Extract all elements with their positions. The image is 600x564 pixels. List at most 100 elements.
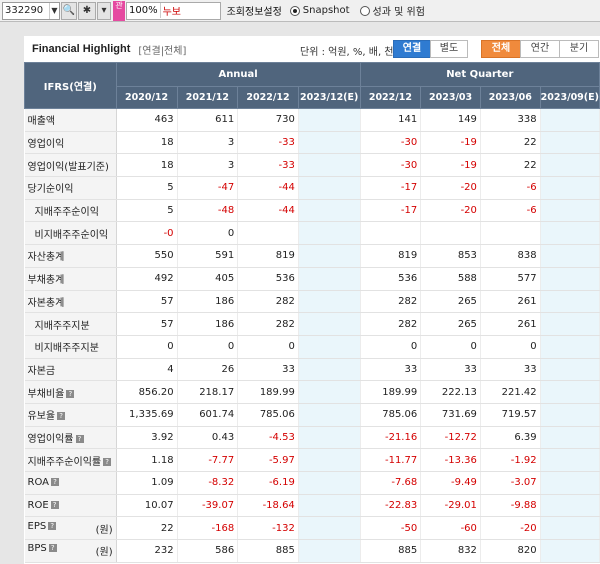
consolidated-button[interactable]: 연결	[393, 40, 431, 58]
row-label: 자본금	[24, 358, 117, 382]
annual-button[interactable]: 연간	[520, 40, 560, 58]
table-cell: 0	[177, 221, 239, 246]
row-label-text: BPS	[27, 543, 47, 555]
separate-button[interactable]: 별도	[430, 40, 468, 58]
table-cell: -22.83	[360, 494, 422, 518]
table-cell: -168	[177, 516, 239, 541]
table-cell	[298, 221, 361, 246]
search-icon[interactable]: 🔍	[61, 1, 77, 20]
section-title: Financial Highlight	[32, 43, 131, 55]
table-cell: -9.49	[420, 471, 481, 495]
table-cell	[540, 516, 600, 541]
table-cell: 26	[177, 358, 239, 382]
radio-snapshot-label[interactable]: Snapshot	[303, 5, 350, 16]
row-label-text: 지배주주순이익률	[27, 456, 102, 468]
table-cell: 3.92	[116, 426, 178, 450]
row-label[interactable]: 유보율?	[24, 403, 117, 427]
table-cell: 33	[360, 358, 422, 382]
table-cell	[298, 358, 361, 382]
stock-code-value: 332290	[5, 4, 44, 16]
row-label[interactable]: BPS? (원)	[24, 539, 117, 563]
row-label[interactable]: 지배주주순이익률?	[24, 448, 117, 472]
table-cell: -60	[420, 516, 481, 541]
table-cell: -9.88	[480, 494, 541, 518]
table-cell: 1,335.69	[116, 403, 178, 427]
row-label[interactable]: EPS? (원)	[24, 516, 117, 541]
table-cell: 265	[420, 312, 481, 336]
financial-highlight-panel: Financial Highlight [연결|전체] 단위 : 억원, %, …	[24, 36, 600, 564]
table-cell	[298, 380, 361, 404]
column-header: 2022/12	[359, 86, 422, 109]
table-cell: 536	[360, 267, 422, 291]
table-cell	[298, 312, 361, 336]
table-cell: -17	[360, 176, 422, 200]
help-icon[interactable]: ?	[57, 412, 66, 421]
radio-performance-label[interactable]: 성과 및 위험	[373, 3, 425, 18]
table-cell: -0	[116, 221, 178, 246]
help-icon[interactable]: ?	[75, 434, 84, 443]
table-cell: 0	[420, 335, 481, 359]
row-label[interactable]: 영업이익률?	[24, 426, 117, 450]
period-toggle: 전체 연간 분기	[481, 40, 599, 58]
table-cell: 141	[360, 108, 422, 132]
column-header: 2022/12	[237, 86, 299, 109]
help-icon[interactable]: ?	[103, 457, 112, 466]
table-cell: 591	[177, 244, 239, 268]
table-cell	[540, 108, 600, 132]
table-cell: -20	[420, 199, 481, 223]
table-row: 부채총계 492 405 536 536 588 577	[24, 267, 600, 291]
row-label-text: 자산총계	[27, 252, 65, 264]
table-row: 비지배주주순이익 -0 0	[24, 221, 600, 246]
favorite-tab[interactable]: 관	[113, 0, 125, 21]
quarter-button[interactable]: 분기	[559, 40, 599, 58]
table-cell: -3.07	[480, 471, 541, 495]
table-cell: 189.99	[237, 380, 299, 404]
help-icon[interactable]: ?	[50, 478, 59, 487]
help-icon[interactable]: ?	[48, 521, 57, 530]
table-row: 유보율? 1,335.69 601.74 785.06 785.06 731.69 719.…	[24, 403, 600, 427]
stock-name-field[interactable]: 100% 누보	[126, 1, 221, 20]
table-cell	[360, 221, 422, 246]
table-cell: -30	[360, 131, 422, 155]
table-cell	[298, 199, 361, 223]
table-cell: -6.19	[237, 471, 299, 495]
table-cell	[540, 244, 600, 268]
table-cell: 22	[480, 153, 541, 178]
table-row: EPS? (원) 22 -168 -132 -50 -60 -20	[24, 516, 600, 541]
table-cell	[540, 539, 600, 563]
row-label-text: ROA	[27, 477, 49, 489]
table-cell: 282	[360, 290, 422, 314]
annual-group-header: Annual	[115, 62, 361, 87]
help-icon[interactable]: ?	[50, 501, 59, 510]
row-label[interactable]: ROA?	[24, 471, 117, 495]
stock-code-input[interactable]: 332290 ▼	[2, 1, 60, 20]
help-icon[interactable]: ?	[48, 544, 57, 553]
all-button[interactable]: 전체	[481, 40, 521, 58]
row-label-text: 영업이익(발표기준)	[27, 161, 109, 173]
table-cell: -19	[420, 131, 481, 155]
chevron-down-icon[interactable]: ▼	[49, 2, 59, 19]
table-cell: -6	[480, 199, 541, 223]
table-cell: -44	[237, 199, 299, 223]
row-label[interactable]: 부채비율?	[24, 380, 117, 404]
table-cell: 832	[420, 539, 481, 563]
table-cell	[540, 403, 600, 427]
pin-icon[interactable]: ✱	[78, 1, 96, 20]
query-settings-label[interactable]: 조회정보설정	[227, 3, 282, 18]
arrow-down-icon[interactable]: ▾	[97, 1, 111, 20]
row-label[interactable]: ROE?	[24, 494, 117, 518]
consolidation-toggle: 연결 별도	[393, 40, 468, 58]
table-cell	[540, 131, 600, 155]
table-cell: 57	[116, 290, 178, 314]
section-subtitle: [연결|전체]	[138, 45, 187, 57]
table-row: 영업이익(발표기준) 18 3 -33 -30 -19 22	[24, 153, 600, 178]
table-cell: 261	[480, 290, 541, 314]
table-cell: 6.39	[480, 426, 541, 450]
table-row: 당기순이익 5 -47 -44 -17 -20 -6	[24, 176, 600, 200]
table-cell: 22	[116, 516, 178, 541]
help-icon[interactable]: ?	[66, 389, 75, 398]
table-cell	[298, 267, 361, 291]
radio-snapshot[interactable]	[289, 5, 300, 16]
radio-performance[interactable]	[359, 5, 370, 16]
table-row: 영업이익 18 3 -33 -30 -19 22	[24, 131, 600, 155]
